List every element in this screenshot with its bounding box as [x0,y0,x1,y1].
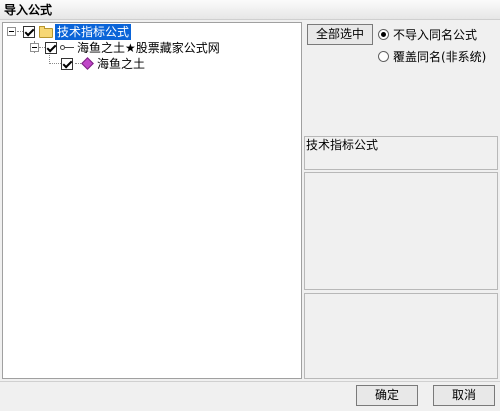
root-checkbox[interactable] [23,26,35,38]
radio-button[interactable] [378,51,389,62]
radio-skip-label: 不导入同名公式 [393,28,478,42]
formula-description-box [304,172,498,290]
ok-button[interactable]: 确定 [356,385,418,406]
formula-preview-box [304,293,498,379]
window-title: 导入公式 [4,3,53,17]
leaf-checkbox[interactable] [61,58,73,70]
tree-node-child[interactable]: 海鱼之土★股票藏家公式网 [3,40,263,56]
radio-overwrite-label: 覆盖同名(非系统) [393,50,487,64]
key-icon [60,43,74,53]
radio-button[interactable] [378,29,389,40]
folder-icon [39,26,53,38]
collapse-toggle[interactable] [7,27,16,36]
tree-node-root-label[interactable]: 技术指标公式 [55,24,132,40]
radio-overwrite-duplicates[interactable]: 覆盖同名(非系统) [378,49,498,65]
footer-divider [0,381,500,382]
tree-node-leaf[interactable]: 海鱼之土 [3,56,163,72]
radio-skip-duplicates[interactable]: 不导入同名公式 [378,27,498,43]
tree-node-leaf-label[interactable]: 海鱼之土 [95,56,147,72]
tree-node-root[interactable]: 技术指标公式 [3,24,183,40]
cancel-button[interactable]: 取消 [433,385,495,406]
child-checkbox[interactable] [45,42,57,54]
select-all-button[interactable]: 全部选中 [307,24,373,45]
formula-type-label: 技术指标公式 [306,138,379,152]
title-bar: 导入公式 [0,0,500,20]
collapse-toggle[interactable] [30,43,39,52]
tree-node-child-label[interactable]: 海鱼之土★股票藏家公式网 [75,40,222,56]
formula-tree[interactable]: 技术指标公式 海鱼之土★股票藏家公式网 海鱼之土 [2,22,302,379]
gem-icon [81,57,94,70]
